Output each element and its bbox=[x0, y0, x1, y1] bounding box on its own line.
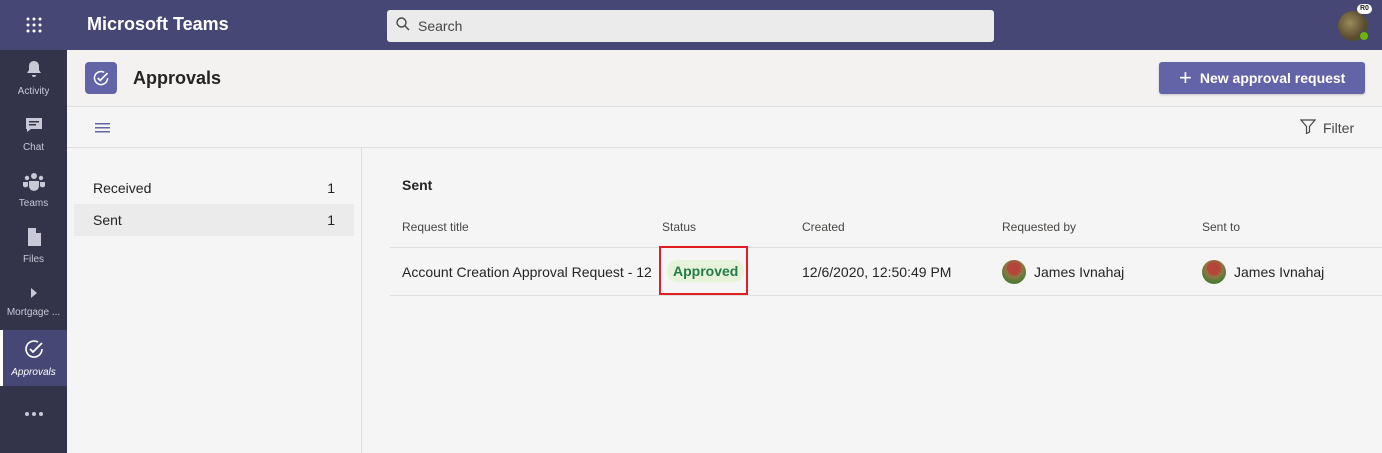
request-title-cell: Account Creation Approval Request - 12 bbox=[402, 264, 652, 280]
plus-icon: + bbox=[1179, 65, 1192, 90]
approvals-icon bbox=[23, 338, 45, 363]
nav-item-label: Sent bbox=[93, 212, 122, 228]
search-input[interactable] bbox=[418, 18, 978, 34]
rail-item-mortgage[interactable]: Mortgage ... bbox=[0, 274, 67, 330]
section-title: Sent bbox=[402, 177, 433, 193]
app-launcher-icon[interactable] bbox=[0, 0, 67, 50]
nav-item-received[interactable]: Received 1 bbox=[74, 172, 354, 204]
search-icon bbox=[396, 16, 410, 36]
app-rail: Activity Chat Teams Files Mortgage ... A… bbox=[0, 50, 67, 453]
column-header-status[interactable]: Status bbox=[662, 220, 696, 234]
status-badge: Approved bbox=[667, 260, 745, 282]
rail-item-label: Chat bbox=[22, 142, 45, 153]
nav-item-count: 1 bbox=[327, 180, 335, 196]
rail-item-more[interactable] bbox=[0, 386, 67, 442]
table-row[interactable]: Account Creation Approval Request - 12 A… bbox=[390, 246, 1382, 296]
filter-label: Filter bbox=[1323, 120, 1355, 136]
chat-icon bbox=[24, 115, 44, 138]
column-header-requested-by[interactable]: Requested by bbox=[1002, 220, 1076, 234]
avatar bbox=[1202, 260, 1226, 284]
rail-item-chat[interactable]: Chat bbox=[0, 106, 67, 162]
approvals-nav-pane: Received 1 Sent 1 bbox=[67, 148, 362, 453]
requested-by-cell: James Ivnahaj bbox=[1002, 260, 1124, 284]
rail-item-approvals[interactable]: Approvals bbox=[0, 330, 67, 386]
rail-item-label: Files bbox=[22, 254, 45, 265]
hamburger-menu-icon[interactable] bbox=[95, 121, 110, 133]
rail-item-files[interactable]: Files bbox=[0, 218, 67, 274]
requested-by-name: James Ivnahaj bbox=[1034, 264, 1125, 280]
rail-item-label: Activity bbox=[17, 86, 50, 97]
sent-to-name: James Ivnahaj bbox=[1234, 264, 1325, 280]
sent-to-cell: James Ivnahaj bbox=[1202, 260, 1324, 284]
page-title: Approvals bbox=[133, 68, 222, 88]
teams-icon bbox=[22, 171, 45, 194]
more-icon bbox=[24, 409, 44, 420]
app-chevron-icon bbox=[27, 286, 41, 303]
rail-item-label: Mortgage ... bbox=[6, 307, 61, 318]
rail-item-label: Teams bbox=[18, 198, 49, 209]
new-approval-request-label: New approval request bbox=[1199, 70, 1346, 86]
nav-item-label: Received bbox=[93, 180, 152, 196]
column-header-sent-to[interactable]: Sent to bbox=[1202, 220, 1240, 234]
file-icon bbox=[25, 227, 43, 250]
new-approval-request-button[interactable]: + New approval request bbox=[1159, 62, 1365, 94]
app-header: Approvals + New approval request bbox=[67, 50, 1382, 107]
column-header-created[interactable]: Created bbox=[802, 220, 845, 234]
avatar bbox=[1002, 260, 1026, 284]
filter-button[interactable]: Filter bbox=[1299, 119, 1355, 137]
filter-icon bbox=[1299, 119, 1317, 137]
approvals-list: Sent Request title Status Created Reques… bbox=[362, 148, 1382, 453]
rail-item-activity[interactable]: Activity bbox=[0, 50, 67, 106]
approvals-app-icon bbox=[85, 62, 117, 94]
toolbar: Filter bbox=[67, 107, 1382, 148]
presence-available-icon bbox=[1359, 31, 1369, 41]
status-highlight-box: Approved bbox=[659, 246, 748, 295]
nav-item-sent[interactable]: Sent 1 bbox=[74, 204, 354, 236]
created-cell: 12/6/2020, 12:50:49 PM bbox=[802, 264, 952, 280]
rail-item-label: Approvals bbox=[11, 367, 56, 378]
profile-initials-badge: R0 bbox=[1357, 4, 1372, 14]
search-box[interactable] bbox=[387, 10, 994, 42]
app-title: Microsoft Teams bbox=[87, 14, 229, 34]
top-bar: Microsoft Teams R0 bbox=[0, 0, 1382, 50]
rail-item-teams[interactable]: Teams bbox=[0, 162, 67, 218]
bell-icon bbox=[24, 59, 44, 82]
nav-item-count: 1 bbox=[327, 212, 335, 228]
column-header-request-title[interactable]: Request title bbox=[402, 220, 469, 234]
